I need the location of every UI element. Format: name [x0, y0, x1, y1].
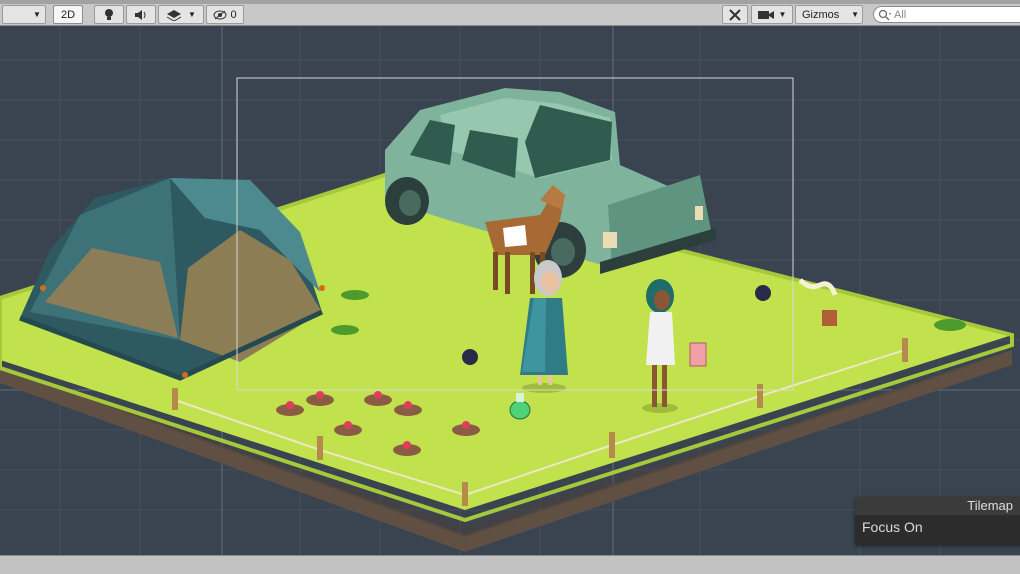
bottom-bar	[0, 555, 1020, 574]
speaker-icon	[135, 9, 146, 20]
search-icon	[878, 9, 891, 20]
seed-packet	[689, 342, 707, 367]
gizmos-dropdown[interactable]: Gizmos ▼	[795, 5, 863, 24]
focus-on-option[interactable]: Focus On	[862, 519, 923, 535]
scene-canvas	[0, 26, 1020, 555]
eye-slash-icon	[213, 10, 227, 19]
dropdown-arrow-icon: ▼	[188, 10, 196, 19]
hidden-count: 0	[230, 8, 237, 21]
tools-button[interactable]	[722, 5, 748, 24]
2d-label: 2D	[60, 8, 76, 21]
tools-icon	[729, 8, 741, 21]
gizmos-label: Gizmos	[802, 8, 840, 21]
layers-icon	[166, 10, 182, 21]
dropdown-arrow-icon: ▼	[33, 10, 41, 19]
scene-toolbar: ▼ 2D ▼ 0 ▼ Gizmos ▼ All	[0, 4, 1020, 26]
effects-dropdown-button[interactable]: ▼	[158, 5, 204, 24]
camera-dropdown-button[interactable]: ▼	[751, 5, 793, 24]
scene-view[interactable]	[0, 26, 1020, 555]
camera-icon	[757, 11, 774, 19]
audio-toggle-button[interactable]	[126, 5, 156, 24]
tilemap-overlay-title: Tilemap	[855, 497, 1020, 515]
scene-search-input[interactable]: All	[873, 6, 1020, 23]
lighting-toggle-button[interactable]	[94, 5, 124, 24]
lightbulb-icon	[105, 9, 113, 20]
hidden-objects-toggle[interactable]: 0	[206, 5, 244, 24]
2d-toggle-button[interactable]: 2D	[53, 5, 83, 24]
draw-mode-dropdown[interactable]: ▼	[2, 5, 46, 24]
tilemap-overlay-panel: Tilemap Focus On	[855, 497, 1020, 545]
dropdown-arrow-icon: ▼	[778, 10, 787, 19]
search-placeholder: All	[894, 8, 907, 21]
dropdown-arrow-icon: ▼	[851, 10, 859, 19]
